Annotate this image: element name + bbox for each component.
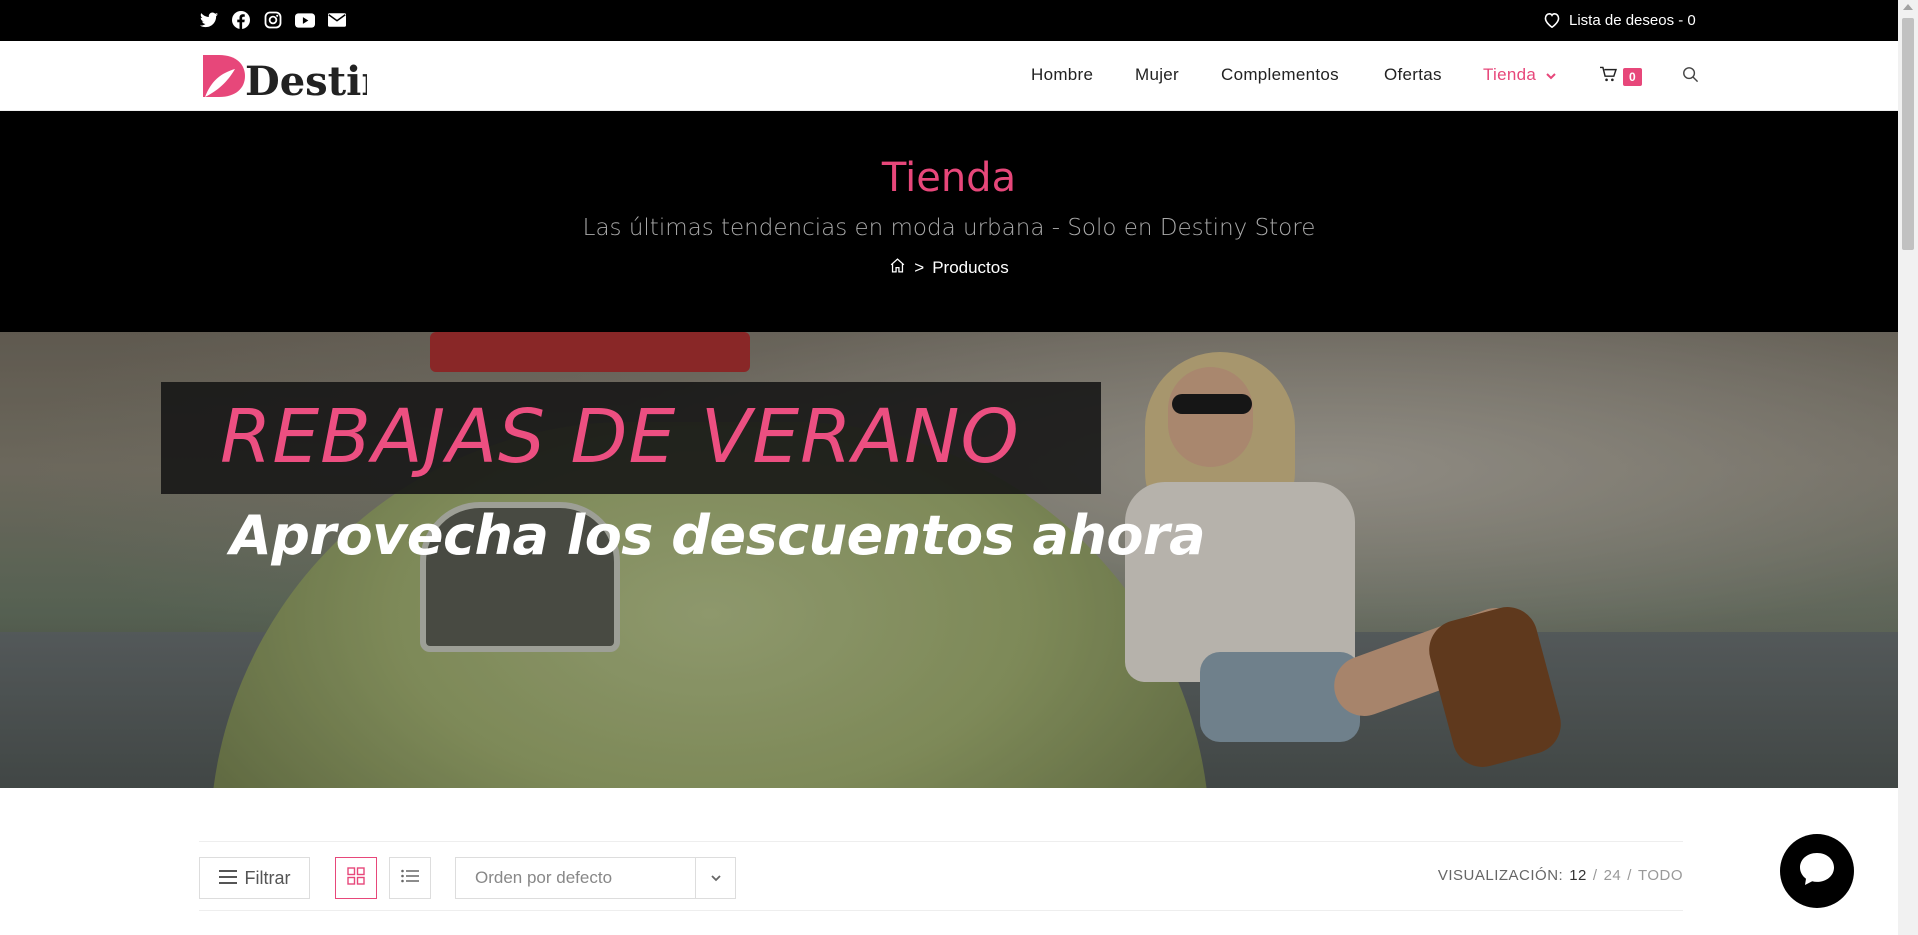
search-icon[interactable] [1682, 66, 1699, 88]
chevron-down-icon [1546, 65, 1556, 85]
chevron-down-icon [695, 858, 735, 898]
filter-button[interactable]: Filtrar [199, 857, 310, 899]
hero-title: REBAJAS DE VERANO [220, 394, 1020, 480]
cart-count-badge: 0 [1623, 67, 1642, 86]
breadcrumb-separator: > [914, 258, 925, 277]
cart-button[interactable]: 0 [1599, 66, 1642, 87]
list-view-button[interactable] [389, 857, 431, 899]
nav-item-hombre[interactable]: Hombre [1031, 65, 1093, 85]
page-scrollbar[interactable] [1898, 0, 1918, 935]
top-bar: Lista de deseos - 0 [0, 0, 1898, 41]
wishlist-label: Lista de deseos - 0 [1569, 11, 1696, 29]
scroll-up-icon[interactable] [1903, 4, 1913, 10]
chat-button[interactable] [1780, 834, 1854, 908]
twitter-icon[interactable] [199, 10, 219, 30]
instagram-icon[interactable] [263, 10, 283, 30]
social-links [199, 10, 347, 30]
cart-icon [1599, 66, 1618, 87]
email-icon[interactable] [327, 10, 347, 30]
per-page-option-12[interactable]: 12 [1569, 867, 1587, 884]
logo-text: Destiny [245, 58, 367, 101]
per-page-separator: / [1627, 867, 1632, 884]
breadcrumb-current: Productos [932, 258, 1009, 277]
chat-bubble-icon [1797, 850, 1837, 893]
page-subtitle: Las últimas tendencias en moda urbana - … [582, 215, 1316, 241]
nav-item-ofertas[interactable]: Ofertas [1384, 65, 1442, 85]
facebook-icon[interactable] [231, 10, 251, 30]
heart-icon [1543, 12, 1561, 28]
scrollbar-thumb[interactable] [1902, 18, 1914, 250]
wishlist-link[interactable]: Lista de deseos - 0 [1543, 10, 1696, 30]
list-icon [401, 869, 419, 888]
nav-item-tienda[interactable]: Tienda [1483, 65, 1556, 85]
sort-select[interactable]: Orden por defecto [455, 857, 736, 899]
shop-toolbar: Filtrar Orden por defecto VISUALIZACIÓN:… [199, 841, 1683, 911]
grid-icon [347, 866, 365, 890]
hero-banner: REBAJAS DE VERANO Aprovecha los descuent… [0, 332, 1898, 788]
per-page-option-all[interactable]: TODO [1638, 867, 1683, 884]
hero-subtitle: Aprovecha los descuentos ahora [230, 504, 1206, 567]
home-icon[interactable] [889, 257, 906, 279]
page-header: Tienda Las últimas tendencias en moda ur… [0, 111, 1898, 332]
products-per-page: VISUALIZACIÓN: 12 / 24 / TODO [1438, 867, 1683, 884]
per-page-separator: / [1592, 867, 1598, 884]
youtube-icon[interactable] [295, 10, 315, 30]
grid-view-button[interactable] [335, 857, 377, 899]
breadcrumb: > Productos [0, 257, 1898, 279]
site-logo[interactable]: Destiny [199, 51, 415, 105]
nav-item-tienda-label: Tienda [1483, 65, 1537, 84]
menu-icon [218, 868, 237, 889]
nav-item-complementos[interactable]: Complementos [1221, 65, 1339, 85]
sort-value: Orden por defecto [475, 868, 613, 887]
per-page-option-24[interactable]: 24 [1604, 867, 1622, 884]
visualizacion-label: VISUALIZACIÓN: [1437, 867, 1564, 884]
filter-label: Filtrar [244, 867, 291, 888]
nav-item-mujer[interactable]: Mujer [1135, 65, 1179, 85]
page-title: Tienda [881, 155, 1017, 201]
site-header: Destiny Hombre Mujer Complementos Oferta… [0, 41, 1898, 111]
